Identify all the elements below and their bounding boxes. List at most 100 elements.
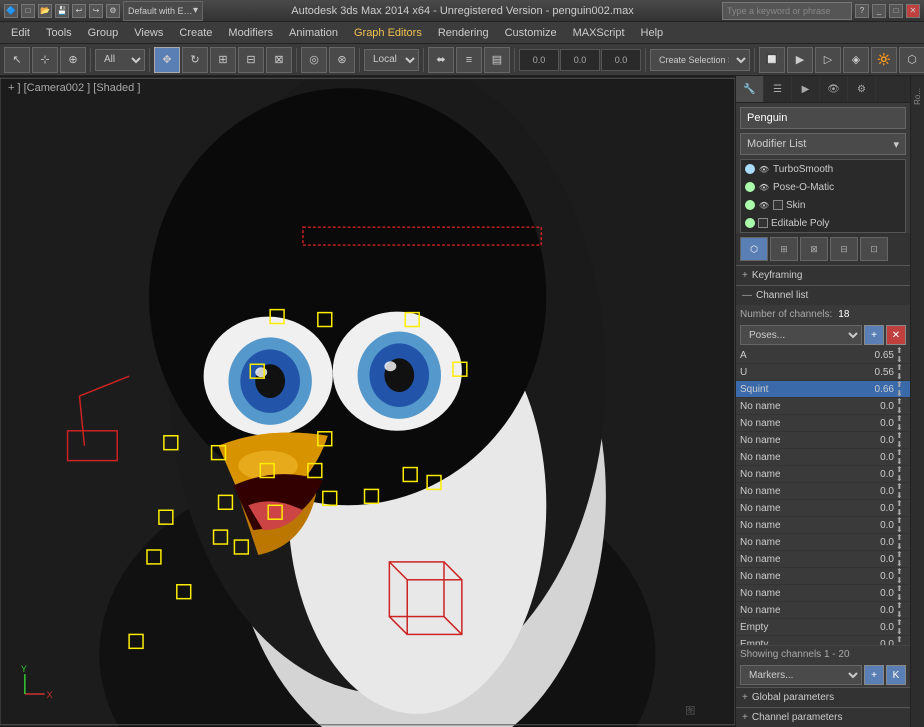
panel-tab-hierarchy[interactable]: ☰: [764, 76, 792, 102]
channel-row-17[interactable]: Empty 0.0 ⬆⬇: [736, 636, 910, 645]
x-field[interactable]: 0.0: [519, 49, 559, 71]
channel-spinner-9[interactable]: ⬆⬇: [896, 499, 906, 517]
channel-row-7[interactable]: No name 0.0 ⬆⬇: [736, 466, 910, 483]
profile-dropdown[interactable]: Default with Enhance...▾: [123, 1, 203, 21]
channel-spinner-4[interactable]: ⬆⬇: [896, 414, 906, 432]
menu-create[interactable]: Create: [172, 25, 219, 41]
channel-spinner-16[interactable]: ⬆⬇: [896, 618, 906, 636]
channel-spinner-6[interactable]: ⬆⬇: [896, 448, 906, 466]
object-name-field[interactable]: Penguin: [740, 107, 906, 129]
channel-spinner-12[interactable]: ⬆⬇: [896, 550, 906, 568]
render-env[interactable]: 🔆: [871, 47, 897, 73]
channel-row-2[interactable]: Squint 0.66 ⬆⬇: [736, 381, 910, 398]
channel-row-3[interactable]: No name 0.0 ⬆⬇: [736, 398, 910, 415]
panel-tab-motion[interactable]: ▶: [792, 76, 820, 102]
use-pivot[interactable]: ◎: [301, 47, 327, 73]
channel-spinner-8[interactable]: ⬆⬇: [896, 482, 906, 500]
reference-coord-dropdown[interactable]: Local: [364, 49, 419, 71]
channel-row-5[interactable]: No name 0.0 ⬆⬇: [736, 432, 910, 449]
modifier-skin[interactable]: 👁 Skin: [741, 196, 905, 214]
markers-add-btn[interactable]: +: [864, 665, 884, 685]
options-btn[interactable]: ⚙: [106, 4, 120, 18]
undo-btn[interactable]: ↩: [72, 4, 86, 18]
modifier-pose-o-matic[interactable]: 👁 Pose-O-Matic: [741, 178, 905, 196]
app-icon[interactable]: 🔷: [4, 4, 18, 18]
scale-uniform[interactable]: ⊞: [210, 47, 236, 73]
channel-row-15[interactable]: No name 0.0 ⬆⬇: [736, 602, 910, 619]
menu-graph-editors[interactable]: Graph Editors: [347, 25, 429, 41]
move-tool[interactable]: ✥: [154, 47, 180, 73]
y-field[interactable]: 0.0: [560, 49, 600, 71]
channel-spinner-10[interactable]: ⬆⬇: [896, 516, 906, 534]
viewport[interactable]: + ] [Camera002 ] [Shaded ]: [0, 76, 735, 727]
select-region[interactable]: ⊹: [32, 47, 58, 73]
channel-row-11[interactable]: No name 0.0 ⬆⬇: [736, 534, 910, 551]
channel-row-1[interactable]: U 0.56 ⬆⬇: [736, 364, 910, 381]
channel-spinner-7[interactable]: ⬆⬇: [896, 465, 906, 483]
modifier-list-dropdown[interactable]: Modifier List ▾: [740, 133, 906, 155]
channel-params-header[interactable]: + Channel parameters: [736, 707, 910, 727]
subtab-edge[interactable]: ⊞: [770, 237, 798, 261]
channel-row-9[interactable]: No name 0.0 ⬆⬇: [736, 500, 910, 517]
subtab-vertex[interactable]: ⬡: [740, 237, 768, 261]
mirror-tool[interactable]: ⬌: [428, 47, 454, 73]
channel-row-8[interactable]: No name 0.0 ⬆⬇: [736, 483, 910, 500]
mod-check-epoly[interactable]: [758, 218, 768, 228]
menu-customize[interactable]: Customize: [498, 25, 564, 41]
poses-dropdown[interactable]: Poses...: [740, 325, 862, 345]
menu-animation[interactable]: Animation: [282, 25, 345, 41]
keyframing-toggle[interactable]: +: [742, 270, 748, 281]
channel-spinner-2[interactable]: ⬆⬇: [896, 380, 906, 398]
new-btn[interactable]: □: [21, 4, 35, 18]
subtab-border[interactable]: ⊠: [800, 237, 828, 261]
use-selection[interactable]: ⊛: [329, 47, 355, 73]
align-tool[interactable]: ≡: [456, 47, 482, 73]
channel-spinner-14[interactable]: ⬆⬇: [896, 584, 906, 602]
mod-eye-turbosmooth[interactable]: 👁: [758, 164, 770, 174]
channel-spinner-0[interactable]: ⬆⬇: [896, 347, 906, 364]
scale-nonuniform[interactable]: ⊟: [238, 47, 264, 73]
mod-eye-skin[interactable]: 👁: [758, 200, 770, 210]
channel-params-toggle[interactable]: +: [742, 712, 748, 723]
channel-spinner-17[interactable]: ⬆⬇: [896, 635, 906, 645]
open-btn[interactable]: 📂: [38, 4, 52, 18]
close-btn[interactable]: ✕: [906, 4, 920, 18]
menu-views[interactable]: Views: [127, 25, 170, 41]
menu-help[interactable]: Help: [634, 25, 671, 41]
markers-key-btn[interactable]: K: [886, 665, 906, 685]
layer-mgr[interactable]: ▤: [484, 47, 510, 73]
quick-render[interactable]: ▷: [815, 47, 841, 73]
active-shade[interactable]: ◈: [843, 47, 869, 73]
select-tool[interactable]: ↖: [4, 47, 30, 73]
channel-row-6[interactable]: No name 0.0 ⬆⬇: [736, 449, 910, 466]
channel-row-4[interactable]: No name 0.0 ⬆⬇: [736, 415, 910, 432]
menu-modifiers[interactable]: Modifiers: [221, 25, 280, 41]
maximize-btn[interactable]: □: [889, 4, 903, 18]
subtab-poly[interactable]: ⊟: [830, 237, 858, 261]
channel-spinner-5[interactable]: ⬆⬇: [896, 431, 906, 449]
channel-row-10[interactable]: No name 0.0 ⬆⬇: [736, 517, 910, 534]
poses-add-btn[interactable]: +: [864, 325, 884, 345]
channel-spinner-13[interactable]: ⬆⬇: [896, 567, 906, 585]
rotate-tool[interactable]: ↻: [182, 47, 208, 73]
scale-squash[interactable]: ⊠: [266, 47, 292, 73]
channel-spinner-1[interactable]: ⬆⬇: [896, 363, 906, 381]
z-field[interactable]: 0.0: [601, 49, 641, 71]
channel-spinner-15[interactable]: ⬆⬇: [896, 601, 906, 619]
search-bar[interactable]: Type a keyword or phrase: [722, 2, 852, 20]
poses-remove-btn[interactable]: ✕: [886, 325, 906, 345]
channel-spinner-11[interactable]: ⬆⬇: [896, 533, 906, 551]
channel-spinner-3[interactable]: ⬆⬇: [896, 397, 906, 415]
channel-row-0[interactable]: A 0.65 ⬆⬇: [736, 347, 910, 364]
global-params-header[interactable]: + Global parameters: [736, 687, 910, 707]
menu-maxscript[interactable]: MAXScript: [566, 25, 632, 41]
markers-dropdown[interactable]: Markers...: [740, 665, 862, 685]
create-selection-dropdown[interactable]: Create Selection S...: [650, 49, 750, 71]
channel-row-13[interactable]: No name 0.0 ⬆⬇: [736, 568, 910, 585]
minimize-btn[interactable]: _: [872, 4, 886, 18]
select-filter-dropdown[interactable]: All: [95, 49, 145, 71]
channel-list-header[interactable]: — Channel list: [736, 285, 910, 305]
menu-rendering[interactable]: Rendering: [431, 25, 496, 41]
menu-group[interactable]: Group: [81, 25, 126, 41]
material-editor[interactable]: ⬡: [899, 47, 924, 73]
